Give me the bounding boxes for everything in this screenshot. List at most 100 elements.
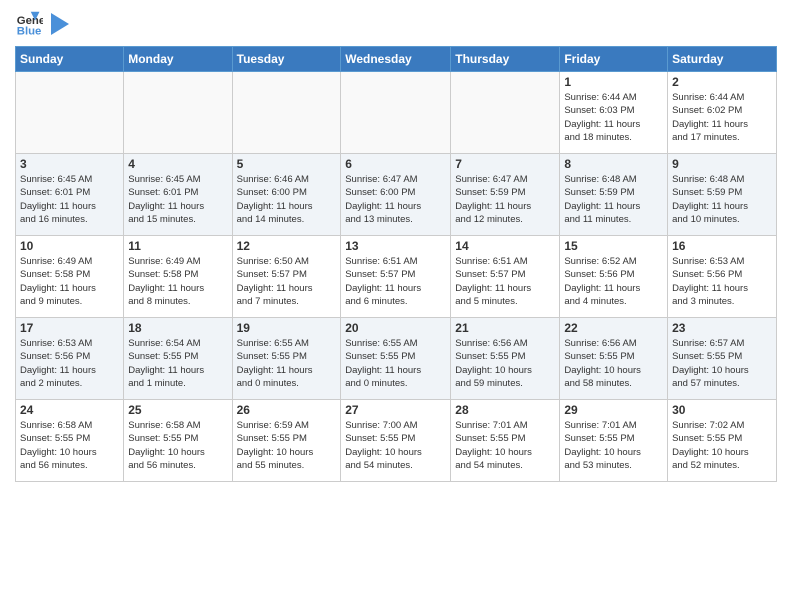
calendar-cell	[16, 72, 124, 154]
cell-info: Sunrise: 6:51 AMSunset: 5:57 PMDaylight:…	[345, 255, 446, 308]
calendar-cell: 27 Sunrise: 7:00 AMSunset: 5:55 PMDayligh…	[341, 400, 451, 482]
calendar-table: SundayMondayTuesdayWednesdayThursdayFrid…	[15, 46, 777, 482]
day-number: 21	[455, 321, 555, 335]
day-number: 30	[672, 403, 772, 417]
calendar-cell: 14 Sunrise: 6:51 AMSunset: 5:57 PMDayligh…	[451, 236, 560, 318]
calendar-cell: 10 Sunrise: 6:49 AMSunset: 5:58 PMDayligh…	[16, 236, 124, 318]
cell-info: Sunrise: 6:58 AMSunset: 5:55 PMDaylight:…	[128, 419, 227, 472]
calendar-cell: 16 Sunrise: 6:53 AMSunset: 5:56 PMDayligh…	[668, 236, 777, 318]
cell-info: Sunrise: 6:50 AMSunset: 5:57 PMDaylight:…	[237, 255, 337, 308]
cell-info: Sunrise: 6:59 AMSunset: 5:55 PMDaylight:…	[237, 419, 337, 472]
calendar-cell: 18 Sunrise: 6:54 AMSunset: 5:55 PMDayligh…	[124, 318, 232, 400]
day-number: 4	[128, 157, 227, 171]
calendar-cell: 21 Sunrise: 6:56 AMSunset: 5:55 PMDayligh…	[451, 318, 560, 400]
calendar-cell: 1 Sunrise: 6:44 AMSunset: 6:03 PMDaylight…	[560, 72, 668, 154]
calendar-cell	[451, 72, 560, 154]
weekday-header: Friday	[560, 47, 668, 72]
day-number: 20	[345, 321, 446, 335]
day-number: 19	[237, 321, 337, 335]
day-number: 17	[20, 321, 119, 335]
calendar-cell: 26 Sunrise: 6:59 AMSunset: 5:55 PMDayligh…	[232, 400, 341, 482]
logo-icon: General Blue	[15, 10, 43, 38]
calendar-cell: 6 Sunrise: 6:47 AMSunset: 6:00 PMDaylight…	[341, 154, 451, 236]
weekday-header: Monday	[124, 47, 232, 72]
day-number: 28	[455, 403, 555, 417]
weekday-header: Saturday	[668, 47, 777, 72]
svg-text:Blue: Blue	[17, 26, 42, 38]
day-number: 10	[20, 239, 119, 253]
day-number: 3	[20, 157, 119, 171]
day-number: 16	[672, 239, 772, 253]
calendar-cell: 2Sunrise: 6:44 AMSunset: 6:02 PMDaylight…	[668, 72, 777, 154]
weekday-header: Thursday	[451, 47, 560, 72]
calendar-week-row: 1 Sunrise: 6:44 AMSunset: 6:03 PMDaylight…	[16, 72, 777, 154]
day-number: 1	[564, 75, 663, 89]
calendar-cell: 30 Sunrise: 7:02 AMSunset: 5:55 PMDayligh…	[668, 400, 777, 482]
day-number: 7	[455, 157, 555, 171]
day-number: 6	[345, 157, 446, 171]
calendar-week-row: 24 Sunrise: 6:58 AMSunset: 5:55 PMDayligh…	[16, 400, 777, 482]
cell-info: Sunrise: 6:51 AMSunset: 5:57 PMDaylight:…	[455, 255, 555, 308]
cell-info: Sunrise: 6:53 AMSunset: 5:56 PMDaylight:…	[20, 337, 119, 390]
cell-info: Sunrise: 7:02 AMSunset: 5:55 PMDaylight:…	[672, 419, 772, 472]
cell-info: Sunrise: 6:58 AMSunset: 5:55 PMDaylight:…	[20, 419, 119, 472]
calendar-cell: 15 Sunrise: 6:52 AMSunset: 5:56 PMDayligh…	[560, 236, 668, 318]
day-number: 29	[564, 403, 663, 417]
logo: General Blue	[15, 10, 69, 38]
calendar-cell: 5 Sunrise: 6:46 AMSunset: 6:00 PMDaylight…	[232, 154, 341, 236]
calendar-cell: 3 Sunrise: 6:45 AMSunset: 6:01 PMDaylight…	[16, 154, 124, 236]
calendar-cell: 19 Sunrise: 6:55 AMSunset: 5:55 PMDayligh…	[232, 318, 341, 400]
day-number: 27	[345, 403, 446, 417]
day-number: 12	[237, 239, 337, 253]
cell-info: Sunrise: 7:01 AMSunset: 5:55 PMDaylight:…	[564, 419, 663, 472]
day-number: 5	[237, 157, 337, 171]
calendar-week-row: 10 Sunrise: 6:49 AMSunset: 5:58 PMDayligh…	[16, 236, 777, 318]
day-number: 24	[20, 403, 119, 417]
day-number: 26	[237, 403, 337, 417]
day-number: 13	[345, 239, 446, 253]
cell-info: Sunrise: 6:48 AMSunset: 5:59 PMDaylight:…	[672, 173, 772, 226]
day-number: 22	[564, 321, 663, 335]
cell-info: Sunrise: 6:53 AMSunset: 5:56 PMDaylight:…	[672, 255, 772, 308]
cell-info: Sunrise: 6:45 AMSunset: 6:01 PMDaylight:…	[128, 173, 227, 226]
calendar-cell: 25Sunrise: 6:58 AMSunset: 5:55 PMDayligh…	[124, 400, 232, 482]
calendar-header-row: SundayMondayTuesdayWednesdayThursdayFrid…	[16, 47, 777, 72]
day-number: 8	[564, 157, 663, 171]
cell-info: Sunrise: 6:47 AMSunset: 6:00 PMDaylight:…	[345, 173, 446, 226]
calendar-cell: 23Sunrise: 6:57 AMSunset: 5:55 PMDayligh…	[668, 318, 777, 400]
cell-info: Sunrise: 6:55 AMSunset: 5:55 PMDaylight:…	[345, 337, 446, 390]
calendar-cell: 12 Sunrise: 6:50 AMSunset: 5:57 PMDayligh…	[232, 236, 341, 318]
calendar-cell	[232, 72, 341, 154]
logo-arrow-icon	[51, 13, 69, 35]
weekday-header: Wednesday	[341, 47, 451, 72]
calendar-cell	[124, 72, 232, 154]
calendar-cell: 20 Sunrise: 6:55 AMSunset: 5:55 PMDayligh…	[341, 318, 451, 400]
cell-info: Sunrise: 6:44 AMSunset: 6:02 PMDaylight:…	[672, 91, 772, 144]
day-number: 11	[128, 239, 227, 253]
cell-info: Sunrise: 6:45 AMSunset: 6:01 PMDaylight:…	[20, 173, 119, 226]
cell-info: Sunrise: 6:56 AMSunset: 5:55 PMDaylight:…	[455, 337, 555, 390]
cell-info: Sunrise: 6:52 AMSunset: 5:56 PMDaylight:…	[564, 255, 663, 308]
calendar-cell: 29 Sunrise: 7:01 AMSunset: 5:55 PMDayligh…	[560, 400, 668, 482]
cell-info: Sunrise: 6:49 AMSunset: 5:58 PMDaylight:…	[128, 255, 227, 308]
cell-info: Sunrise: 6:55 AMSunset: 5:55 PMDaylight:…	[237, 337, 337, 390]
calendar-cell: 28Sunrise: 7:01 AMSunset: 5:55 PMDayligh…	[451, 400, 560, 482]
cell-info: Sunrise: 6:48 AMSunset: 5:59 PMDaylight:…	[564, 173, 663, 226]
day-number: 18	[128, 321, 227, 335]
weekday-header: Sunday	[16, 47, 124, 72]
calendar-cell: 13 Sunrise: 6:51 AMSunset: 5:57 PMDayligh…	[341, 236, 451, 318]
calendar-cell: 24 Sunrise: 6:58 AMSunset: 5:55 PMDayligh…	[16, 400, 124, 482]
cell-info: Sunrise: 7:00 AMSunset: 5:55 PMDaylight:…	[345, 419, 446, 472]
cell-info: Sunrise: 6:44 AMSunset: 6:03 PMDaylight:…	[564, 91, 663, 144]
calendar-week-row: 3 Sunrise: 6:45 AMSunset: 6:01 PMDaylight…	[16, 154, 777, 236]
cell-info: Sunrise: 6:47 AMSunset: 5:59 PMDaylight:…	[455, 173, 555, 226]
calendar-cell: 9Sunrise: 6:48 AMSunset: 5:59 PMDaylight…	[668, 154, 777, 236]
calendar-cell: 4 Sunrise: 6:45 AMSunset: 6:01 PMDaylight…	[124, 154, 232, 236]
cell-info: Sunrise: 6:49 AMSunset: 5:58 PMDaylight:…	[20, 255, 119, 308]
day-number: 15	[564, 239, 663, 253]
day-number: 14	[455, 239, 555, 253]
page-container: General Blue SundayMondayTuesdayWednesda…	[0, 0, 792, 487]
cell-info: Sunrise: 6:46 AMSunset: 6:00 PMDaylight:…	[237, 173, 337, 226]
cell-info: Sunrise: 6:57 AMSunset: 5:55 PMDaylight:…	[672, 337, 772, 390]
cell-info: Sunrise: 6:54 AMSunset: 5:55 PMDaylight:…	[128, 337, 227, 390]
